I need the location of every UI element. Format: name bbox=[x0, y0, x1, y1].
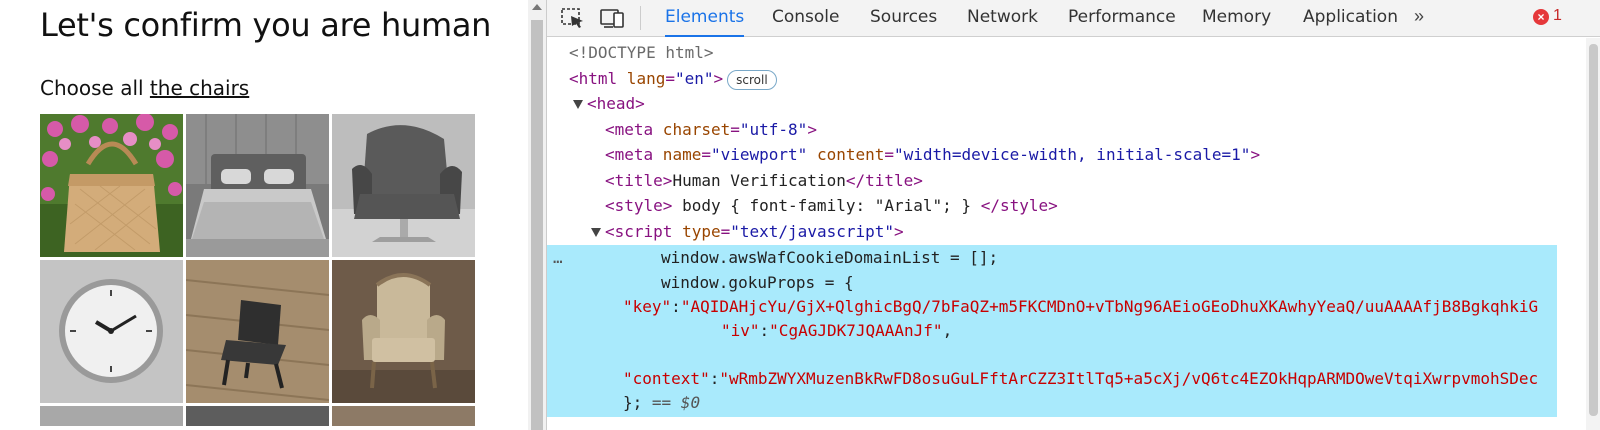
tile-row3-2[interactable] bbox=[186, 406, 329, 426]
expand-triangle-icon[interactable] bbox=[591, 228, 601, 237]
devtools-toolbar: Elements Console Sources Network Perform… bbox=[547, 0, 1600, 37]
dom-line-context[interactable]: "context":"wRmbZWYXMuzenBkRwFD8osuGuLFft… bbox=[623, 366, 1557, 391]
tile-bed[interactable] bbox=[186, 114, 329, 257]
scroll-thumb[interactable] bbox=[531, 20, 543, 430]
tab-console[interactable]: Console bbox=[772, 0, 840, 37]
page-scrollbar[interactable] bbox=[528, 0, 546, 430]
scroll-badge[interactable]: scroll bbox=[727, 69, 777, 90]
dom-line-meta-viewport[interactable]: <meta name="viewport" content="width=dev… bbox=[605, 142, 1600, 167]
prompt-link-chairs[interactable]: the chairs bbox=[150, 76, 249, 100]
error-icon[interactable]: × bbox=[1533, 9, 1549, 25]
dom-line-head[interactable]: <head> bbox=[573, 91, 1583, 116]
prompt-prefix: Choose all bbox=[40, 76, 150, 100]
tile-handbag[interactable] bbox=[40, 114, 183, 257]
tile-chair-dark[interactable] bbox=[186, 260, 329, 403]
dom-line-doctype[interactable]: <!DOCTYPE html> bbox=[569, 40, 1579, 65]
devtools-scrollbar[interactable] bbox=[1586, 38, 1600, 430]
dom-line-key[interactable]: "key":"AQIDAHjcYu/GjX+QlghicBgQ/7bFaQZ+m… bbox=[623, 294, 1557, 319]
more-tabs-chevron-icon[interactable]: » bbox=[1414, 6, 1424, 27]
tab-sources[interactable]: Sources bbox=[870, 0, 937, 37]
dom-line-html[interactable]: <html lang="en"> scroll bbox=[569, 66, 1579, 91]
expand-triangle-icon[interactable] bbox=[573, 100, 583, 109]
dom-line-iv[interactable]: "iv":"CgAGJDK7JQAAAnJf", bbox=[721, 318, 1557, 343]
tab-performance[interactable]: Performance bbox=[1068, 0, 1176, 37]
inspect-element-icon[interactable] bbox=[559, 5, 587, 31]
selected-node-ref: == $0 bbox=[651, 393, 701, 412]
toolbar-divider bbox=[640, 6, 641, 30]
captcha-prompt: Choose all the chairs bbox=[40, 76, 249, 100]
dom-line-style[interactable]: <style> body { font-family: "Arial"; } <… bbox=[605, 193, 1600, 218]
tile-armchair-vintage[interactable] bbox=[332, 260, 475, 403]
tab-network[interactable]: Network bbox=[967, 0, 1038, 37]
dom-line-close-brace[interactable]: }; == $0 bbox=[623, 390, 1557, 415]
devtools-panel: Elements Console Sources Network Perform… bbox=[546, 0, 1600, 430]
tile-clock[interactable] bbox=[40, 260, 183, 403]
tab-memory[interactable]: Memory bbox=[1202, 0, 1271, 37]
devtools-scroll-thumb[interactable] bbox=[1589, 44, 1598, 416]
dom-line-cookie-list[interactable]: window.awsWafCookieDomainList = []; bbox=[661, 245, 1561, 270]
dom-tree: <!DOCTYPE html> <html lang="en"> scroll <… bbox=[547, 38, 1600, 430]
tile-armchair-grey[interactable] bbox=[332, 114, 475, 257]
tab-application[interactable]: Application bbox=[1303, 0, 1398, 37]
error-count[interactable]: 1 bbox=[1553, 7, 1562, 25]
dom-line-meta-charset[interactable]: <meta charset="utf-8"> bbox=[605, 117, 1600, 142]
tile-row3-3[interactable] bbox=[332, 406, 475, 426]
tile-row3-1[interactable] bbox=[40, 406, 183, 426]
dom-line-title[interactable]: <title>Human Verification</title> bbox=[605, 168, 1600, 193]
scroll-up-arrow-icon[interactable] bbox=[532, 4, 542, 10]
node-actions-ellipsis[interactable]: … bbox=[553, 245, 573, 270]
dom-line-goku-props[interactable]: window.gokuProps = { bbox=[661, 270, 1561, 295]
tab-elements[interactable]: Elements bbox=[665, 0, 745, 37]
captcha-page: Let's confirm you are human Choose all t… bbox=[0, 0, 528, 430]
device-toolbar-icon[interactable] bbox=[599, 5, 627, 31]
page-title: Let's confirm you are human bbox=[40, 6, 492, 44]
dom-line-script[interactable]: <script type="text/javascript"> bbox=[591, 219, 1600, 244]
